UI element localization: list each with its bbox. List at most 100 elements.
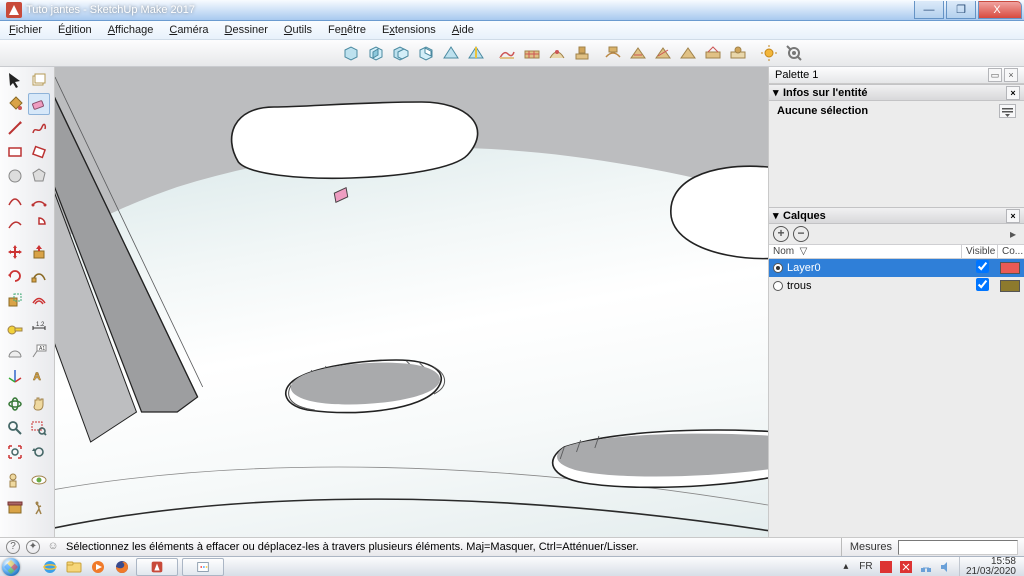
section-plane-tool-icon[interactable] (4, 497, 26, 519)
entity-info-panel-header[interactable]: ▾ Infos sur l'entité × (769, 84, 1024, 101)
remove-layer-button[interactable]: − (793, 226, 809, 242)
network-icon[interactable] (919, 560, 933, 574)
follow-me-tool-icon[interactable] (28, 265, 50, 287)
taskbar-time[interactable]: 15:58 (966, 557, 1016, 567)
sandbox-tool-f-icon[interactable] (727, 42, 749, 64)
walk-tool-icon[interactable] (28, 497, 50, 519)
circle-tool-icon[interactable] (4, 165, 26, 187)
menu-view[interactable]: Affichage (102, 22, 160, 38)
sandbox-tool-e-icon[interactable] (702, 42, 724, 64)
make-component-icon[interactable] (28, 69, 50, 91)
line-tool-icon[interactable] (4, 117, 26, 139)
tray-close-button[interactable]: × (1004, 68, 1018, 82)
sandbox-add-detail-icon[interactable] (627, 42, 649, 64)
axes-tool-icon[interactable] (4, 365, 26, 387)
tray-chevron-icon[interactable]: ▴ (839, 560, 853, 574)
extension-sun-icon[interactable] (758, 42, 780, 64)
zoom-extents-tool-icon[interactable] (4, 441, 26, 463)
polygon-tool-icon[interactable] (28, 165, 50, 187)
geo-icon[interactable]: ✦ (26, 540, 40, 554)
rotate-tool-icon[interactable] (4, 265, 26, 287)
layers-col-visible[interactable]: Visible (962, 245, 998, 258)
language-indicator[interactable]: FR (859, 560, 873, 574)
orbit-tool-icon[interactable] (4, 393, 26, 415)
sandbox-smoove-icon[interactable] (546, 42, 568, 64)
layer-visible-checkbox[interactable] (976, 260, 989, 273)
solid-union-icon[interactable] (390, 42, 412, 64)
menu-tools[interactable]: Outils (278, 22, 318, 38)
layers-menu-button[interactable]: ▸ (1006, 227, 1020, 241)
taskbar-sketchup-button[interactable] (136, 558, 178, 576)
pie-tool-icon[interactable] (28, 213, 50, 235)
protractor-tool-icon[interactable] (4, 341, 26, 363)
layer-row[interactable]: trous (769, 277, 1024, 295)
position-camera-tool-icon[interactable] (4, 469, 26, 491)
rotated-rectangle-tool-icon[interactable] (28, 141, 50, 163)
select-tool-icon[interactable] (4, 69, 26, 91)
help-icon[interactable]: ? (6, 540, 20, 554)
solid-intersect-icon[interactable] (365, 42, 387, 64)
user-icon[interactable]: ☺ (46, 540, 60, 554)
layer-name[interactable]: Layer0 (787, 262, 964, 274)
menu-file[interactable]: FFichierichier (3, 22, 48, 38)
menu-draw[interactable]: Dessiner (219, 22, 274, 38)
menu-window[interactable]: Fenêtre (322, 22, 372, 38)
zoom-window-tool-icon[interactable] (28, 417, 50, 439)
start-button[interactable] (2, 558, 36, 576)
previous-view-tool-icon[interactable] (28, 441, 50, 463)
layer-color-swatch[interactable] (1000, 262, 1020, 274)
offset-tool-icon[interactable] (28, 289, 50, 311)
layer-active-radio[interactable] (773, 263, 783, 273)
extension-settings-icon[interactable] (783, 42, 805, 64)
sandbox-from-scratch-icon[interactable] (521, 42, 543, 64)
media-player-icon[interactable] (88, 558, 108, 576)
add-layer-button[interactable]: + (773, 226, 789, 242)
close-button[interactable]: X (978, 1, 1022, 19)
sandbox-stamp-icon[interactable] (571, 42, 593, 64)
rectangle-tool-icon[interactable] (4, 141, 26, 163)
freehand-tool-icon[interactable] (28, 117, 50, 139)
menu-edit[interactable]: Édition (52, 22, 98, 38)
layers-panel-header[interactable]: ▾ Calques × (769, 207, 1024, 224)
eraser-tool-icon[interactable] (28, 93, 50, 115)
sandbox-drape-icon[interactable] (602, 42, 624, 64)
tray-app2-icon[interactable] (899, 560, 913, 574)
taskbar-paint-button[interactable] (182, 558, 224, 576)
sandbox-tool-d-icon[interactable] (677, 42, 699, 64)
volume-icon[interactable] (939, 560, 953, 574)
taskbar-date[interactable]: 21/03/2020 (966, 567, 1016, 576)
layer-name[interactable]: trous (787, 280, 964, 292)
text-tool-icon[interactable]: A1 (28, 341, 50, 363)
layers-panel-close-button[interactable]: × (1006, 209, 1020, 223)
tape-measure-tool-icon[interactable] (4, 317, 26, 339)
dimension-tool-icon[interactable]: 1.2 (28, 317, 50, 339)
solid-split-icon[interactable] (465, 42, 487, 64)
menu-extensions[interactable]: Extensions (376, 22, 442, 38)
3d-viewport[interactable] (55, 67, 768, 537)
sandbox-flip-edge-icon[interactable] (652, 42, 674, 64)
explorer-icon[interactable] (64, 558, 84, 576)
paint-bucket-icon[interactable] (4, 93, 26, 115)
solid-subtract-icon[interactable] (415, 42, 437, 64)
tray-title[interactable]: Palette 1 ▭ × (769, 67, 1024, 84)
solid-outer-shell-icon[interactable] (340, 42, 362, 64)
scale-tool-icon[interactable] (4, 289, 26, 311)
layer-visible-checkbox[interactable] (976, 278, 989, 291)
move-tool-icon[interactable] (4, 241, 26, 263)
zoom-tool-icon[interactable] (4, 417, 26, 439)
layer-active-radio[interactable] (773, 281, 783, 291)
menu-camera[interactable]: Caméra (163, 22, 214, 38)
minimize-button[interactable]: — (914, 1, 944, 19)
3d-text-tool-icon[interactable]: A (28, 365, 50, 387)
entity-panel-menu-button[interactable] (999, 104, 1016, 118)
tray-app1-icon[interactable] (879, 560, 893, 574)
tray-pin-button[interactable]: ▭ (988, 68, 1002, 82)
system-tray[interactable]: ▴ FR 15:58 21/03/2020 (839, 557, 1022, 576)
pan-tool-icon[interactable] (28, 393, 50, 415)
ie-icon[interactable] (40, 558, 60, 576)
layers-col-name[interactable]: Nom ▽ (769, 245, 962, 258)
layer-row[interactable]: Layer0 (769, 259, 1024, 277)
sandbox-from-contours-icon[interactable] (496, 42, 518, 64)
layers-col-color[interactable]: Co... (998, 245, 1024, 258)
measurements-input[interactable] (898, 540, 1018, 555)
